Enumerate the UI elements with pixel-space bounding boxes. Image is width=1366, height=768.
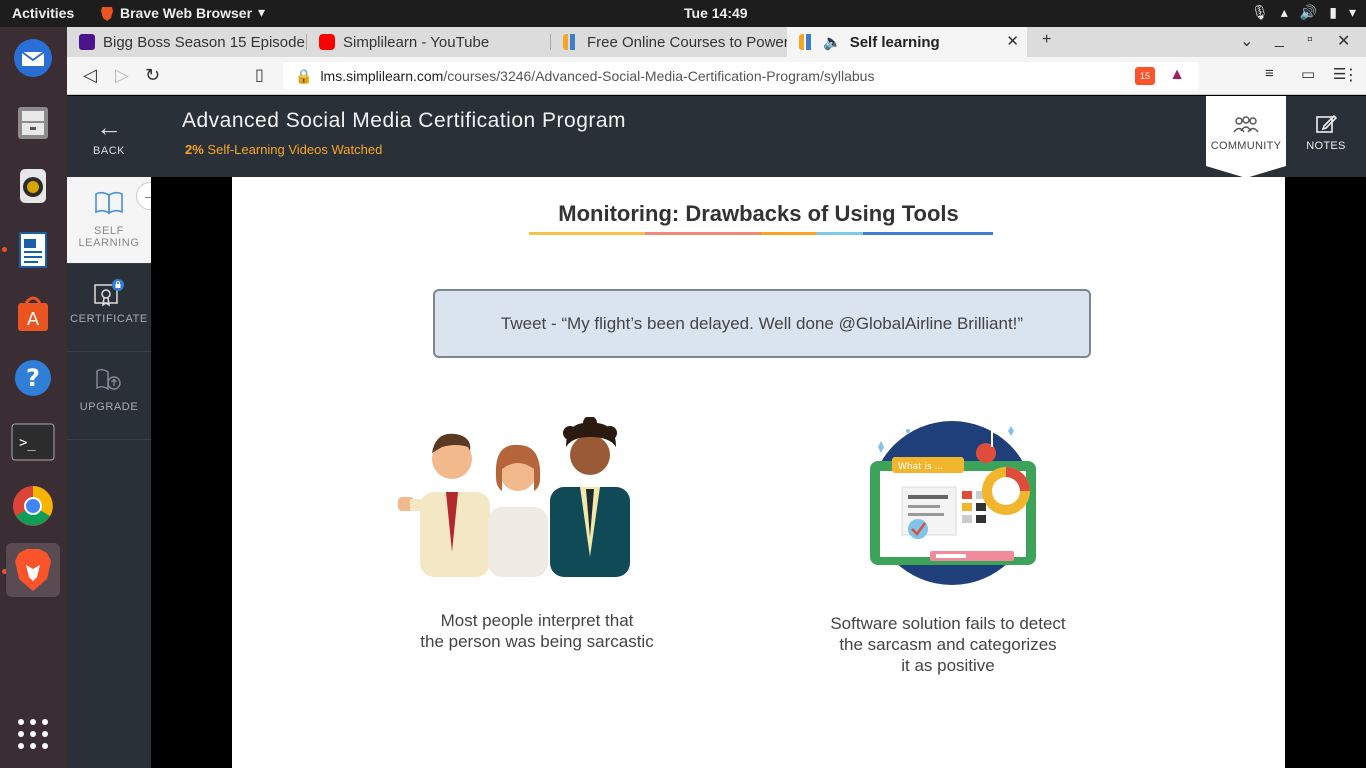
caption-line: Software solution fails to detect (830, 614, 1066, 633)
thunderbird-icon[interactable] (6, 31, 60, 85)
shields-count: 15 (1139, 71, 1150, 81)
reload-icon[interactable]: ↻ (145, 65, 160, 86)
voot-favicon-icon (79, 34, 95, 50)
speaker-icon[interactable]: 🔈 (823, 33, 842, 51)
back-nav-icon[interactable]: ◁ (83, 65, 97, 86)
edit-note-icon (1286, 114, 1366, 140)
left-caption: Most people interpret that the person wa… (392, 610, 682, 652)
ubuntu-software-icon[interactable]: A (6, 287, 60, 341)
people-group-icon (1206, 114, 1286, 140)
playlist-icon[interactable]: ≡ (1265, 65, 1274, 82)
caption-line: it as positive (901, 656, 995, 675)
simplilearn-favicon-icon (563, 34, 579, 50)
tab-bigg-boss[interactable]: Bigg Boss Season 15 Episode (67, 27, 305, 57)
battery-icon: ▮ (1329, 4, 1337, 20)
app-menu-label: Brave Web Browser (120, 4, 253, 21)
rhythmbox-icon[interactable] (6, 159, 60, 213)
tab-strip: Bigg Boss Season 15 Episode Simplilearn … (67, 27, 1366, 57)
brave-lion-icon (101, 6, 113, 21)
caption-line: Most people interpret that (440, 611, 634, 630)
people-illustration (398, 417, 630, 577)
arrow-left-icon: ← (96, 112, 122, 142)
tab-label: Self learning (849, 33, 940, 51)
tab-label: Free Online Courses to Power (587, 33, 787, 51)
course-title: Advanced Social Media Certification Prog… (182, 109, 627, 132)
lesson-slide: Monitoring: Drawbacks of Using Tools Twe… (232, 177, 1285, 768)
brave-rewards-icon[interactable]: ▲ (1169, 66, 1185, 84)
brave-browser-icon[interactable] (6, 543, 60, 597)
tab-label: Bigg Boss Season 15 Episode (103, 33, 305, 51)
url-path: /courses/3246/Advanced-Social-Media-Cert… (443, 68, 875, 84)
address-bar[interactable]: 🔒 lms.simplilearn.com/courses/3246/Advan… (283, 62, 1199, 90)
show-applications-icon[interactable] (6, 707, 60, 761)
maximize-window-button[interactable]: ▫ (1307, 31, 1313, 49)
back-button[interactable]: ← BACK (67, 96, 151, 177)
youtube-favicon-icon (319, 34, 335, 50)
back-label: BACK (93, 145, 125, 157)
system-top-bar: Activities Brave Web Browser ▾ Tue 14:49… (0, 0, 1366, 27)
sidebar-label: UPGRADE (79, 401, 139, 413)
minimize-window-button[interactable]: _ (1275, 31, 1284, 49)
certificate-locked-icon (67, 279, 151, 313)
lock-icon: 🔒 (295, 67, 313, 84)
ubuntu-dock: A ? >_ (0, 27, 67, 768)
software-dashboard-illustration: What is ... (870, 421, 1036, 585)
screen-search-text: What is ... (898, 462, 943, 472)
new-tab-button[interactable]: + (1042, 31, 1051, 49)
caption-line: the sarcasm and categorizes (839, 635, 1057, 654)
sidebar-label: CERTIFICATE (70, 313, 148, 325)
chevron-down-icon: ▾ (1348, 4, 1356, 20)
course-header: ← BACK Advanced Social Media Certificati… (67, 96, 1366, 178)
upgrade-book-icon (67, 367, 151, 401)
simplilearn-favicon-icon (799, 34, 815, 50)
tab-simplilearn-youtube[interactable]: Simplilearn - YouTube (307, 27, 550, 57)
title-underline (529, 232, 993, 235)
activities-button[interactable]: Activities (12, 5, 74, 21)
app-menu[interactable]: Brave Web Browser ▾ (100, 4, 265, 21)
sidebar-item-upgrade[interactable]: UPGRADE (67, 353, 151, 440)
forward-nav-icon[interactable]: ▷ (115, 65, 129, 86)
community-label: COMMUNITY (1210, 140, 1282, 152)
files-icon[interactable] (6, 95, 60, 149)
tab-self-learning[interactable]: 🔈 Self learning ✕ (787, 27, 1027, 57)
tab-free-online-courses[interactable]: Free Online Courses to Power (551, 27, 787, 57)
caption-line: the person was being sarcastic (420, 632, 654, 651)
network-icon: ▴ (1280, 4, 1288, 20)
bookmark-icon[interactable]: ▯ (255, 65, 264, 85)
slide-title: Monitoring: Drawbacks of Using Tools (558, 201, 959, 226)
close-window-button[interactable]: ✕ (1337, 31, 1350, 51)
right-caption: Software solution fails to detect the sa… (798, 613, 1098, 676)
tab-label: Simplilearn - YouTube (343, 33, 490, 51)
wallet-icon[interactable]: ▭ (1301, 65, 1315, 83)
system-tray[interactable]: 🎙 ▴ 🔊 ▮ ▾ (1251, 4, 1356, 21)
libreoffice-writer-icon[interactable] (6, 223, 60, 277)
progress-label: Self-Learning Videos Watched (207, 142, 383, 157)
navigation-toolbar: ◁ ▷ ↻ ▯ 🔒 lms.simplilearn.com/courses/32… (67, 57, 1366, 95)
close-tab-icon[interactable]: ✕ (1006, 32, 1019, 50)
browser-menu-icon[interactable]: ⋮ (1343, 65, 1359, 85)
chevron-down-icon: ▾ (258, 4, 266, 20)
microphone-icon: 🎙 (1251, 4, 1269, 20)
svg-text:A: A (27, 309, 40, 330)
volume-icon: 🔊 (1299, 4, 1318, 20)
brave-shields-icon[interactable]: 15 (1135, 67, 1155, 85)
chrome-icon[interactable] (6, 479, 60, 533)
progress-text: 2% Self-Learning Videos Watched (185, 142, 382, 157)
sidebar-label-line1: SELF (94, 225, 124, 237)
progress-percent: 2% (185, 142, 204, 157)
svg-text:?: ? (26, 364, 40, 392)
community-button[interactable]: COMMUNITY (1206, 96, 1286, 178)
course-sidebar: SELF LEARNING CERTIFICATE UPGRADE (67, 177, 151, 768)
terminal-icon[interactable]: >_ (6, 415, 60, 469)
notes-label: NOTES (1306, 140, 1346, 152)
tweet-box: Tweet - “My flight’s been delayed. Well … (433, 289, 1091, 358)
notes-button[interactable]: NOTES (1286, 96, 1366, 177)
sidebar-label-line2: LEARNING (78, 237, 140, 249)
tab-list-chevron-icon[interactable]: ⌄ (1240, 31, 1253, 51)
url-host: lms.simplilearn.com (320, 68, 444, 84)
clock[interactable]: Tue 14:49 (684, 5, 748, 21)
help-icon[interactable]: ? (6, 351, 60, 405)
sidebar-item-certificate[interactable]: CERTIFICATE (67, 265, 151, 352)
svg-text:>_: >_ (19, 435, 36, 451)
